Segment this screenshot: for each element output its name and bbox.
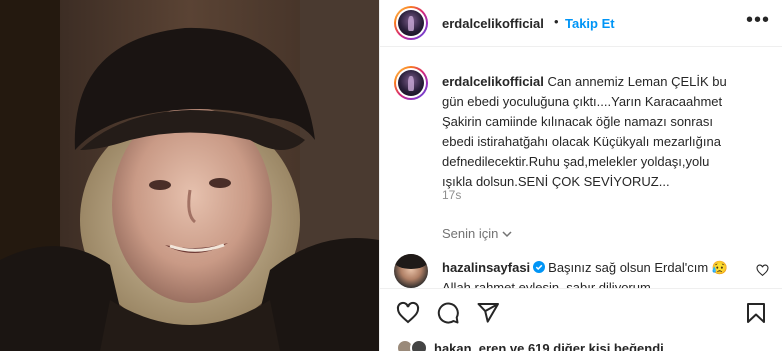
share-paper-plane-icon[interactable]	[476, 301, 500, 325]
post-photo[interactable]	[0, 0, 379, 351]
follow-button[interactable]: Takip Et	[565, 16, 615, 31]
author-avatar[interactable]	[394, 6, 428, 40]
caption-username[interactable]: erdalcelikofficial	[442, 74, 544, 89]
commenter-avatar[interactable]	[394, 254, 428, 288]
like-comment-heart-icon[interactable]	[756, 264, 769, 277]
post-actions: hakan_eren ve 619 diğer kişi beğendi	[380, 288, 782, 351]
chevron-down-icon	[502, 230, 512, 237]
for-you-label: Senin için	[442, 226, 499, 241]
verified-badge-icon	[533, 261, 546, 273]
post-header: erdalcelikofficial • Takip Et •••	[380, 0, 782, 47]
liker-avatar	[410, 339, 428, 351]
header-separator: •	[554, 14, 559, 29]
caption-timestamp[interactable]: 17s	[442, 188, 461, 202]
photo-woman-in-black-hat	[0, 0, 379, 351]
comment-bubble-icon[interactable]	[436, 301, 460, 325]
comment: hazalinsayfasi Başınız sağ olsun Erdal'cı…	[442, 258, 752, 288]
save-bookmark-icon[interactable]	[744, 301, 768, 325]
more-options-icon[interactable]: •••	[746, 10, 770, 30]
post-caption: erdalcelikofficial Can annemiz Leman ÇEL…	[442, 72, 767, 192]
likes-text: hakan_eren ve 619 diğer kişi beğendi	[434, 340, 664, 351]
author-username[interactable]: erdalcelikofficial	[442, 16, 544, 31]
post-side-panel: erdalcelikofficial • Takip Et ••• erdalc…	[379, 0, 782, 351]
caption-text: Can annemiz Leman ÇELİK bu gün ebedi yoc…	[442, 74, 727, 189]
commenter-username[interactable]: hazalinsayfasi	[442, 260, 530, 275]
caption-author-avatar[interactable]	[394, 66, 428, 100]
likes-summary[interactable]: hakan_eren ve 619 diğer kişi beğendi	[396, 339, 664, 351]
like-heart-icon[interactable]	[396, 301, 420, 325]
for-you-filter[interactable]: Senin için	[442, 226, 513, 241]
